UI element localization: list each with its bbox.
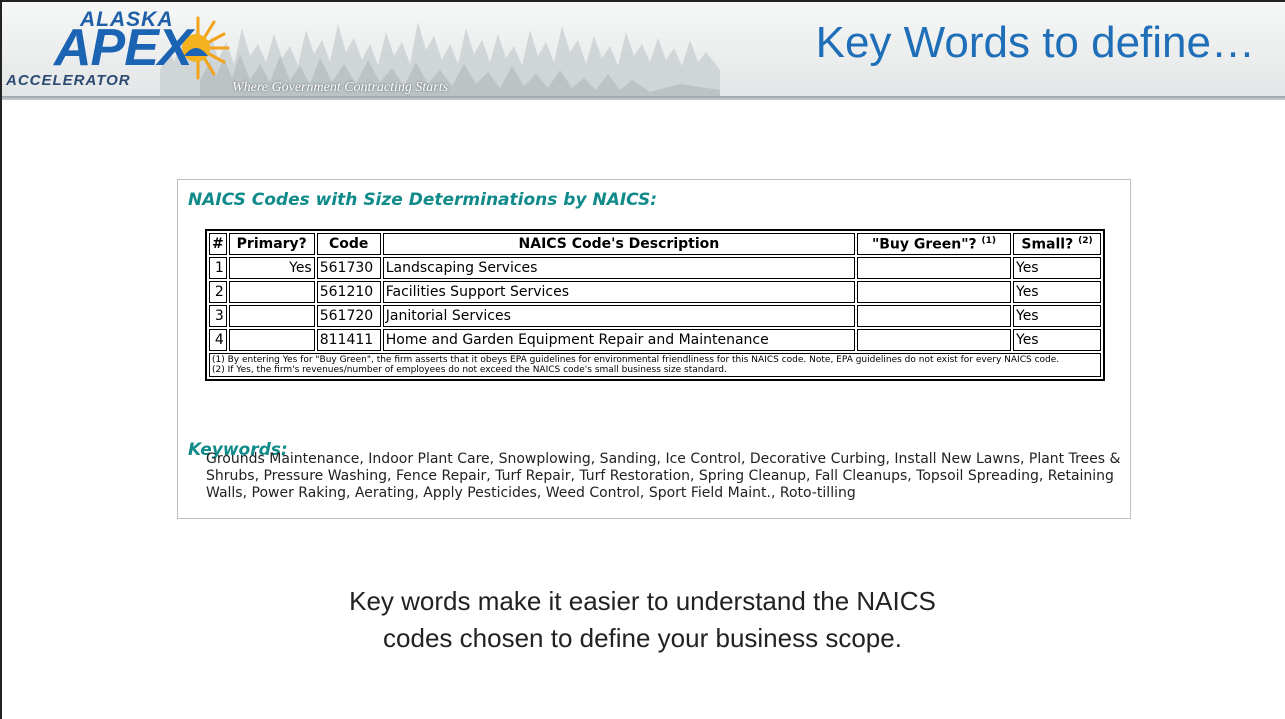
row-code: 561720 bbox=[316, 305, 381, 327]
naics-heading: NAICS Codes with Size Determinations by … bbox=[188, 190, 658, 210]
footnote-ref-2: (2) bbox=[1078, 235, 1093, 246]
row-small: Yes bbox=[1013, 305, 1101, 327]
row-number: 2 bbox=[209, 281, 227, 303]
row-description: Landscaping Services bbox=[382, 257, 855, 279]
table-row: 4 811411 Home and Garden Equipment Repai… bbox=[209, 329, 1101, 351]
row-code: 811411 bbox=[316, 329, 381, 351]
col-primary-header: Primary? bbox=[228, 233, 315, 255]
col-description-header: NAICS Code's Description bbox=[382, 233, 855, 255]
caption-line-1: Key words make it easier to understand t… bbox=[349, 586, 936, 616]
slide-top-border bbox=[0, 0, 1285, 2]
table-row: 1 Yes 561730 Landscaping Services Yes bbox=[209, 257, 1101, 279]
table-footnotes: (1) By entering Yes for "Buy Green", the… bbox=[209, 353, 1101, 377]
row-primary bbox=[228, 281, 315, 303]
slide-title: Key Words to define… bbox=[815, 18, 1255, 67]
col-code-header: Code bbox=[316, 233, 381, 255]
logo-accelerator-text: ACCELERATOR bbox=[6, 72, 131, 89]
row-description: Home and Garden Equipment Repair and Mai… bbox=[382, 329, 855, 351]
row-buy-green bbox=[857, 281, 1011, 303]
slide: ALASKA APEX ACCELERATOR Where Government… bbox=[0, 0, 1285, 719]
row-description: Janitorial Services bbox=[382, 305, 855, 327]
row-primary bbox=[228, 305, 315, 327]
col-small-header: Small? (2) bbox=[1013, 233, 1101, 255]
row-small: Yes bbox=[1013, 257, 1101, 279]
caption-line-2: codes chosen to define your business sco… bbox=[383, 623, 902, 653]
row-code: 561210 bbox=[316, 281, 381, 303]
naics-card: NAICS Codes with Size Determinations by … bbox=[177, 179, 1131, 519]
small-label: Small? bbox=[1021, 236, 1074, 253]
row-buy-green bbox=[857, 305, 1011, 327]
keywords-text: Grounds Maintenance, Indoor Plant Care, … bbox=[206, 451, 1121, 501]
row-buy-green bbox=[857, 257, 1011, 279]
row-code: 561730 bbox=[316, 257, 381, 279]
row-buy-green bbox=[857, 329, 1011, 351]
table-header-row: # Primary? Code NAICS Code's Description… bbox=[209, 233, 1101, 255]
apex-logo: ALASKA APEX ACCELERATOR bbox=[6, 6, 236, 96]
row-primary bbox=[228, 329, 315, 351]
buy-green-label: "Buy Green"? bbox=[871, 236, 977, 253]
col-number-header: # bbox=[209, 233, 227, 255]
row-number: 3 bbox=[209, 305, 227, 327]
row-number: 4 bbox=[209, 329, 227, 351]
footnote-ref-1: (1) bbox=[981, 235, 997, 246]
row-small: Yes bbox=[1013, 281, 1101, 303]
slide-caption: Key words make it easier to understand t… bbox=[240, 583, 1045, 657]
row-small: Yes bbox=[1013, 329, 1101, 351]
footnote-1: (1) By entering Yes for "Buy Green", the… bbox=[212, 355, 1060, 365]
row-primary: Yes bbox=[228, 257, 315, 279]
col-buy-green-header: "Buy Green"? (1) bbox=[857, 233, 1011, 255]
logo-apex-text: APEX bbox=[54, 19, 193, 77]
table-row: 2 561210 Facilities Support Services Yes bbox=[209, 281, 1101, 303]
naics-table-frame: # Primary? Code NAICS Code's Description… bbox=[205, 229, 1105, 381]
header-divider bbox=[0, 96, 1285, 100]
row-number: 1 bbox=[209, 257, 227, 279]
header-banner: ALASKA APEX ACCELERATOR Where Government… bbox=[0, 0, 1285, 100]
naics-table: # Primary? Code NAICS Code's Description… bbox=[207, 231, 1103, 353]
table-row: 3 561720 Janitorial Services Yes bbox=[209, 305, 1101, 327]
row-description: Facilities Support Services bbox=[382, 281, 855, 303]
slide-left-border bbox=[0, 0, 2, 719]
tagline: Where Government Contracting Starts bbox=[232, 80, 449, 95]
footnote-2: (2) If Yes, the firm's revenues/number o… bbox=[212, 365, 727, 375]
